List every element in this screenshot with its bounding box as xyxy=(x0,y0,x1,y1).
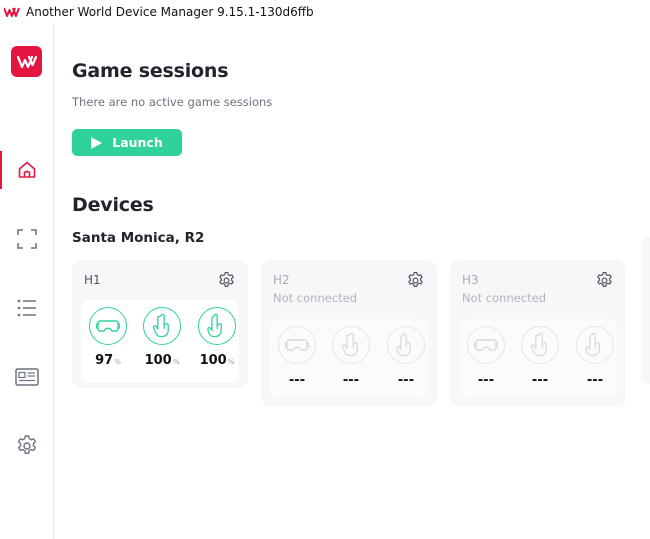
sidebar-item-scan[interactable] xyxy=(0,220,54,258)
sidebar-item-news[interactable] xyxy=(0,358,54,396)
device-name: H3 xyxy=(462,273,479,287)
hand-controller-left-icon xyxy=(332,326,370,364)
battery-value: 100% xyxy=(198,353,236,368)
device-component: --- xyxy=(576,326,614,388)
device-battery-panel: --- --- --- xyxy=(270,319,428,398)
title-bar: Another World Device Manager 9.15.1-130d… xyxy=(0,0,650,23)
device-card-h1[interactable]: H1 97% 100% 100% xyxy=(72,260,248,388)
device-card-h2[interactable]: H2 Not connected --- --- --- xyxy=(261,260,437,407)
hand-controller-right-icon xyxy=(576,326,614,364)
battery-number: --- xyxy=(586,373,604,388)
device-battery-panel: 97% 100% 100% xyxy=(81,300,239,383)
hand-controller-left-icon xyxy=(521,326,559,364)
device-battery-panel: --- --- --- xyxy=(459,319,617,398)
app-logo-icon xyxy=(4,7,20,17)
location-label: Santa Monica, R2 xyxy=(72,230,205,246)
play-icon xyxy=(91,136,103,149)
battery-value: --- xyxy=(278,373,316,388)
newspaper-icon xyxy=(15,368,39,386)
device-card-h3[interactable]: H3 Not connected --- --- --- xyxy=(450,260,626,407)
sidebar-item-list[interactable] xyxy=(0,289,54,327)
devices-heading: Devices xyxy=(72,194,154,216)
device-card-partial xyxy=(641,237,650,384)
launch-button[interactable]: Launch xyxy=(72,129,182,156)
battery-number: --- xyxy=(531,373,549,388)
device-status: Not connected xyxy=(462,291,547,305)
device-settings-gear-icon[interactable] xyxy=(595,271,614,290)
scan-frame-icon xyxy=(17,229,37,249)
device-name: H1 xyxy=(84,273,101,287)
device-component: 100% xyxy=(143,307,181,368)
battery-number: 97 xyxy=(95,353,114,368)
no-sessions-text: There are no active game sessions xyxy=(72,95,273,109)
device-component: --- xyxy=(278,326,316,388)
battery-number: --- xyxy=(342,373,360,388)
headset-icon xyxy=(89,307,127,345)
battery-value: --- xyxy=(467,373,505,388)
battery-number: 100 xyxy=(144,353,172,368)
hand-controller-right-icon xyxy=(387,326,425,364)
battery-value: --- xyxy=(332,373,370,388)
home-icon xyxy=(18,161,36,178)
battery-unit: % xyxy=(172,358,180,366)
battery-number: --- xyxy=(397,373,415,388)
device-component: --- xyxy=(521,326,559,388)
device-name: H2 xyxy=(273,273,290,287)
battery-number: --- xyxy=(477,373,495,388)
battery-unit: % xyxy=(114,358,121,366)
sidebar-item-settings[interactable] xyxy=(0,427,54,465)
sidebar-item-home[interactable] xyxy=(0,151,54,189)
battery-value: 97% xyxy=(89,353,127,368)
launch-label: Launch xyxy=(112,135,163,150)
battery-value: 100% xyxy=(143,353,181,368)
sidebar xyxy=(0,23,54,539)
device-component: --- xyxy=(467,326,505,388)
window-title: Another World Device Manager 9.15.1-130d… xyxy=(26,4,314,19)
headset-icon xyxy=(278,326,316,364)
list-icon xyxy=(17,299,36,317)
hand-controller-left-icon xyxy=(143,307,181,345)
battery-value: --- xyxy=(576,373,614,388)
game-sessions-heading: Game sessions xyxy=(72,60,229,82)
device-component: 100% xyxy=(198,307,236,368)
headset-icon xyxy=(467,326,505,364)
device-component: --- xyxy=(387,326,425,388)
device-component: 97% xyxy=(89,307,127,368)
battery-value: --- xyxy=(387,373,425,388)
battery-unit: % xyxy=(227,358,235,366)
battery-number: --- xyxy=(288,373,306,388)
device-status: Not connected xyxy=(273,291,358,305)
battery-number: 100 xyxy=(199,353,227,368)
device-component: --- xyxy=(332,326,370,388)
device-settings-gear-icon[interactable] xyxy=(217,271,236,290)
gear-icon xyxy=(17,435,37,454)
main-content: Game sessions There are no active game s… xyxy=(54,23,650,539)
brand-logo-icon xyxy=(16,55,37,68)
device-settings-gear-icon[interactable] xyxy=(406,271,425,290)
brand-logo[interactable] xyxy=(11,46,42,77)
hand-controller-right-icon xyxy=(198,307,236,345)
battery-value: --- xyxy=(521,373,559,388)
